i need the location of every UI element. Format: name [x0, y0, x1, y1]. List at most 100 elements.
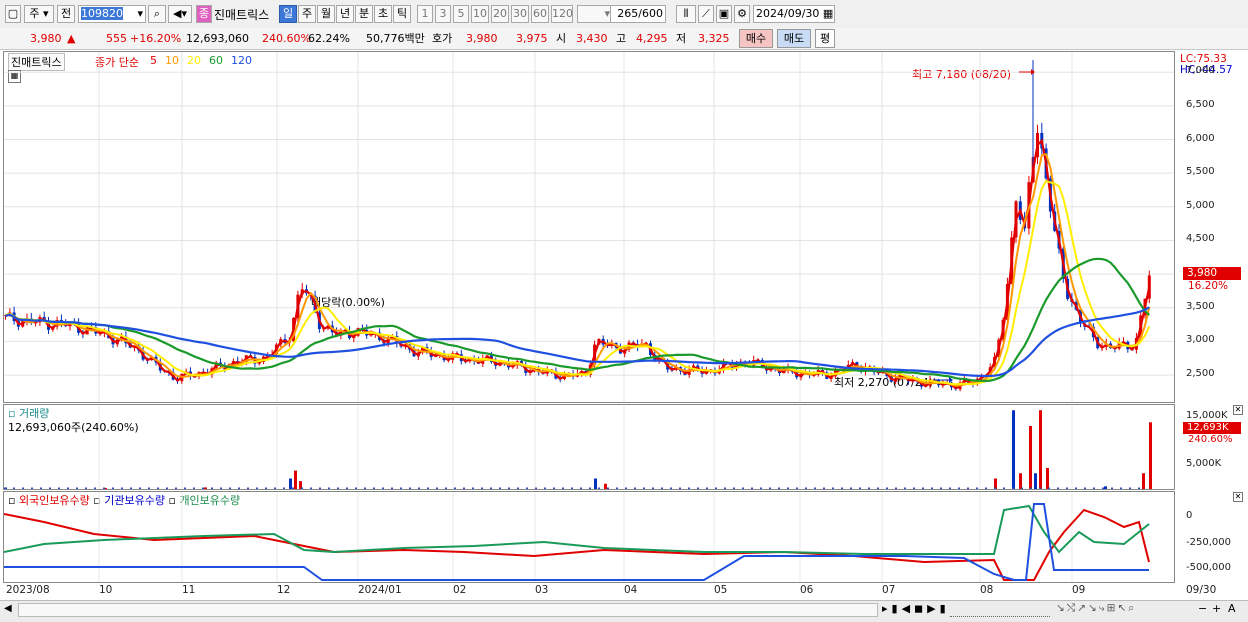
volume-bar — [294, 470, 297, 489]
search-icon[interactable]: ⌕ — [148, 5, 166, 23]
volume-bar-small — [310, 487, 312, 489]
volume-bar-small — [535, 487, 537, 489]
volume-bar-small — [157, 487, 159, 489]
volume-bar-small — [1048, 487, 1050, 489]
playback-controls[interactable]: ▸▮◀◼▶▮ — [882, 602, 950, 615]
minute-button-20[interactable]: 20 — [491, 5, 509, 23]
price-tick-2: 6,000 — [1186, 132, 1215, 144]
prev-button[interactable]: 전 — [57, 5, 75, 23]
x-tick-4: 2024/01 — [358, 584, 402, 596]
stock-code-input[interactable]: 109820 ▾ — [78, 5, 146, 23]
volume-bar-small — [967, 487, 969, 489]
volume-bar-small — [1111, 487, 1113, 489]
save-icon[interactable]: ▣ — [716, 5, 732, 23]
holdings-chart-svg — [4, 492, 1150, 582]
speaker-icon[interactable]: ◀▾ — [168, 5, 192, 23]
stock-code-value: 109820 — [81, 7, 123, 20]
volume-bar-small — [760, 487, 762, 489]
minute-button-5[interactable]: 5 — [453, 5, 469, 23]
zoom-slider[interactable] — [950, 604, 1050, 617]
volume-bar-small — [922, 487, 924, 489]
draw-tools[interactable]: ↘⤭↗↘⤷⊞↖⌕ — [1056, 602, 1136, 615]
volume-bar-small — [526, 487, 528, 489]
gear-icon[interactable]: ⚙ — [734, 5, 750, 23]
holdings-close-icon[interactable]: ✕ — [1233, 492, 1243, 502]
x-tick-12: 09 — [1072, 584, 1086, 596]
zoom-out-icon[interactable]: − — [1198, 602, 1207, 615]
zoom-in-icon[interactable]: + — [1212, 602, 1221, 615]
minute-dropdown[interactable]: ▾ — [577, 5, 611, 23]
volume-bar-small — [949, 487, 951, 489]
volume-bar-small — [31, 487, 33, 489]
price-tick-4: 5,000 — [1186, 199, 1215, 211]
x-tick-7: 04 — [624, 584, 638, 596]
volume-bar-small — [724, 487, 726, 489]
scroll-left-icon[interactable]: ◀ — [4, 603, 12, 614]
stock-name: 진매트릭스 — [214, 8, 270, 22]
x-tick-6: 03 — [535, 584, 549, 596]
draw-icon[interactable]: ⟋ — [698, 5, 714, 23]
volume-bar — [594, 478, 597, 489]
volume-bar-small — [985, 487, 987, 489]
x-tick-9: 06 — [800, 584, 814, 596]
volume-bar-small — [400, 487, 402, 489]
volume-bar — [1012, 410, 1015, 489]
volume-bar-small — [382, 487, 384, 489]
volume-bar — [1019, 473, 1022, 489]
auto-scale-icon[interactable]: A — [1228, 602, 1236, 615]
period-button-4[interactable]: 분 — [355, 5, 373, 23]
volume-bar-small — [715, 487, 717, 489]
volume-bar-small — [193, 487, 195, 489]
volume-bar-small — [490, 487, 492, 489]
volume-bar — [1046, 468, 1049, 489]
x-tick-3: 12 — [277, 584, 291, 596]
open-label: 시 — [556, 32, 567, 45]
eval-button[interactable]: 평 — [815, 29, 835, 48]
period-button-3[interactable]: 년 — [336, 5, 354, 23]
period-button-0[interactable]: 일 — [279, 5, 297, 23]
current-pct-label: 16.20% — [1188, 280, 1229, 292]
volume-bar-small — [706, 487, 708, 489]
volume-bar-small — [733, 487, 735, 489]
period-button-5[interactable]: 초 — [374, 5, 392, 23]
date-input[interactable]: 2024/09/30 ▦ — [753, 5, 835, 23]
market-select[interactable]: 주 ▾ — [24, 5, 54, 23]
volume-bar-small — [652, 487, 654, 489]
x-tick-13: 09/30 — [1186, 584, 1217, 596]
minute-button-10[interactable]: 10 — [471, 5, 489, 23]
minute-button-1[interactable]: 1 — [417, 5, 433, 23]
volume-bar-small — [481, 487, 483, 489]
window-icon[interactable]: ▢ — [5, 5, 21, 23]
stock-type-toggle[interactable]: 종 — [196, 5, 212, 23]
volume-bar-small — [616, 487, 618, 489]
current-price: 3,980 — [30, 32, 62, 45]
minute-button-120[interactable]: 120 — [551, 5, 573, 23]
volume-bar-small — [427, 487, 429, 489]
price-tick-9: 2,500 — [1186, 368, 1215, 380]
period-button-2[interactable]: 월 — [317, 5, 335, 23]
minute-button-30[interactable]: 30 — [511, 5, 529, 23]
minute-button-60[interactable]: 60 — [531, 5, 549, 23]
volume-bar-small — [301, 487, 303, 489]
price-tick-1: 6,500 — [1186, 98, 1215, 110]
ma-line-10 — [5, 153, 1151, 387]
candle-icon[interactable]: ⫴ — [676, 5, 696, 23]
ma-line-60 — [5, 257, 1151, 383]
volume-bar-small — [571, 487, 573, 489]
volume-bar-small — [1093, 487, 1095, 489]
period-button-6[interactable]: 틱 — [393, 5, 411, 23]
volume-bar-small — [265, 487, 267, 489]
volume-bar-small — [355, 487, 357, 489]
period-button-1[interactable]: 주 — [298, 5, 316, 23]
x-tick-5: 02 — [453, 584, 467, 596]
volume-bar-small — [877, 487, 879, 489]
volume-bar-small — [1084, 487, 1086, 489]
scroll-track[interactable] — [18, 603, 878, 617]
minute-button-3[interactable]: 3 — [435, 5, 451, 23]
buy-button[interactable]: 매수 — [739, 29, 773, 48]
sell-button[interactable]: 매도 — [777, 29, 811, 48]
volume-close-icon[interactable]: ✕ — [1233, 405, 1243, 415]
low-label: 저 — [676, 32, 687, 45]
volume-bar-small — [508, 487, 510, 489]
count-input[interactable]: 265/600 — [610, 5, 666, 23]
